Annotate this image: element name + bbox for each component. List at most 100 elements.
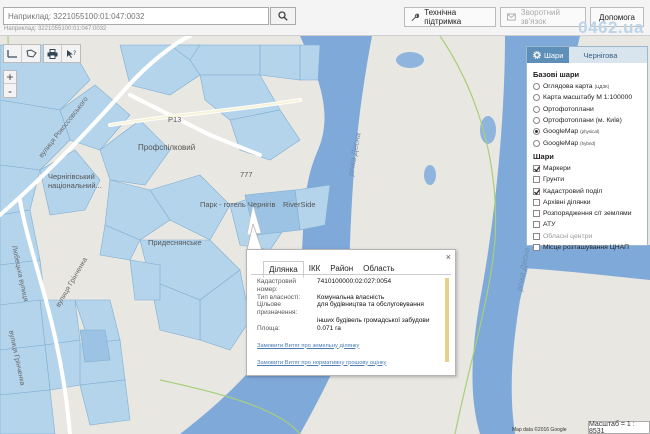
- checkbox[interactable]: [533, 210, 540, 218]
- tab-district[interactable]: Район: [325, 261, 358, 278]
- search-input[interactable]: [3, 7, 269, 25]
- feedback-label: Зворотний зв'язок: [520, 8, 560, 26]
- base-layer-label: Ортофотоплани (м. Київ): [543, 117, 622, 125]
- info-cursor-button[interactable]: ?: [62, 45, 80, 62]
- print-tools: ?: [43, 44, 81, 63]
- base-layer-label: Карта масштабу М 1:100000: [543, 94, 633, 102]
- tab-region[interactable]: Область: [358, 261, 399, 278]
- radio-button[interactable]: [533, 105, 540, 113]
- overlay-layer-label: Маркери: [543, 164, 571, 172]
- parcel-fields: Кадастровий номер: 7410100000:02:027:0054…: [257, 278, 447, 333]
- overlay-layer-label: Кадастровий поділ: [543, 187, 603, 195]
- parcel-links: Замовити Витяг про земельну ділянку Замов…: [257, 343, 447, 371]
- overlay-layer-label: Місце розташування ЦНАП: [543, 244, 629, 251]
- radio-button[interactable]: [533, 139, 540, 147]
- search-button[interactable]: [270, 7, 296, 25]
- popup-divider: [251, 274, 451, 275]
- map-label-hotel: Парк - готель Чернігів: [200, 200, 276, 209]
- map-label-university: Чернігівський національний...: [48, 172, 102, 190]
- overlay-layer-label: Розпорядження с/г землями: [543, 210, 632, 218]
- radio-button[interactable]: [533, 83, 540, 91]
- parcel-field-key: Цільове призначення:: [257, 301, 298, 317]
- overlay-layer-label: Грунти: [543, 176, 565, 184]
- support-label: Технічна підтримка: [424, 8, 462, 26]
- base-layer-label: Ортофотоплани: [543, 105, 594, 113]
- parcel-field-key: Площа:: [257, 324, 280, 332]
- map-label-p13: P13: [168, 115, 182, 124]
- parcel-field-value: інших будівель громадської забудови: [317, 316, 430, 324]
- parcel-field-row: Цільове призначення: для будівництва та о…: [257, 301, 447, 317]
- parcel-field-value: 0.071 га: [317, 324, 341, 332]
- overlay-layer-label: Обласні центри: [543, 232, 593, 240]
- tab-layers-label: Шари: [544, 50, 564, 60]
- base-layer-label: GoogleMap: [543, 139, 579, 147]
- overlay-layer-option[interactable]: Розпорядження с/г землями: [533, 208, 641, 219]
- ruler-icon: [7, 50, 17, 58]
- popup-body: Кадастровий номер: 7410100000:02:027:0054…: [257, 278, 447, 371]
- measure-distance-button[interactable]: [4, 45, 22, 62]
- base-layer-source: (physical): [580, 129, 600, 135]
- popup-scrollbar[interactable]: [445, 278, 449, 362]
- parcel-field-key: [257, 317, 317, 325]
- radio-button[interactable]: [533, 117, 540, 125]
- close-icon[interactable]: ×: [446, 252, 451, 262]
- base-layer-option[interactable]: Ортофотоплани (м. Київ): [533, 115, 641, 126]
- base-layer-option[interactable]: Оглядова карта (ЦДЗК): [533, 81, 641, 92]
- base-layer-option[interactable]: GoogleMap (physical): [533, 126, 641, 137]
- gear-icon: [533, 51, 541, 59]
- print-button[interactable]: [44, 45, 62, 62]
- search-icon: [278, 11, 288, 21]
- wrench-icon: [411, 13, 420, 21]
- overlay-layers-title: Шари: [533, 151, 554, 161]
- base-layer-option[interactable]: GoogleMap (hybrid): [533, 137, 641, 148]
- base-layer-label: GoogleMap: [543, 128, 579, 136]
- checkbox[interactable]: [533, 187, 540, 195]
- overlay-layers-list: Маркери Грунти Кадастровий поділ Архівні ді…: [533, 163, 641, 253]
- area-icon: [25, 49, 37, 58]
- order-extract-link[interactable]: Замовити Витяг про нормативну грошову оц…: [257, 360, 447, 367]
- base-layer-source: (hybrid): [580, 140, 596, 146]
- tab-parcel[interactable]: Ділянка: [263, 261, 304, 278]
- layers-panel: Шари Чернігова Базові шари Оглядова карт…: [526, 46, 648, 251]
- support-button[interactable]: Технічна підтримка: [404, 7, 496, 27]
- checkbox[interactable]: [533, 164, 540, 172]
- radio-button[interactable]: [533, 94, 540, 102]
- tab-layers[interactable]: Шари: [527, 47, 570, 63]
- site-logo: 0462.ua: [578, 18, 644, 37]
- parcel-field-value: 7410100000:02:027:0054: [317, 278, 392, 285]
- zoom-in-button[interactable]: +: [4, 70, 16, 84]
- zoom-control: + -: [3, 70, 17, 98]
- measure-area-button[interactable]: [22, 45, 40, 62]
- envelope-icon: [507, 13, 516, 21]
- tab-chernihiv[interactable]: Чернігова: [577, 47, 623, 63]
- parcel-field-value: для будівництва та обслуговування: [317, 301, 424, 309]
- overlay-layer-option[interactable]: Грунти: [533, 174, 641, 185]
- map-label-riverside: RiverSide: [283, 200, 316, 209]
- scale-display: Масштаб = 1 : 8531: [588, 421, 650, 434]
- base-layer-option[interactable]: Карта масштабу М 1:100000: [533, 92, 641, 103]
- search-hint: Наприклад: 3221055100:01:047:0032: [4, 26, 107, 32]
- base-layer-option[interactable]: Ортофотоплани: [533, 104, 641, 115]
- overlay-layer-option[interactable]: Кадастровий поділ: [533, 185, 641, 196]
- checkbox[interactable]: [533, 244, 540, 251]
- map-copyright: Map data ©2016 Google: [512, 427, 567, 433]
- overlay-layer-option[interactable]: АТУ: [533, 219, 641, 230]
- overlay-layer-option[interactable]: Архівні ділянки: [533, 197, 641, 208]
- feedback-button[interactable]: Зворотний зв'язок: [500, 7, 586, 27]
- parcel-field-row: Площа: 0.071 га: [257, 325, 447, 333]
- order-extract-link[interactable]: Замовити Витяг про земельну ділянку: [257, 343, 447, 350]
- radio-button[interactable]: [533, 128, 540, 136]
- base-layer-label: Оглядова карта: [543, 83, 593, 91]
- overlay-layer-option[interactable]: Місце розташування ЦНАП: [533, 242, 641, 253]
- checkbox[interactable]: [533, 198, 540, 206]
- tab-ikk[interactable]: ІКК: [304, 261, 326, 278]
- printer-icon: [47, 48, 58, 59]
- checkbox[interactable]: [533, 221, 540, 229]
- check-icon: [534, 188, 540, 195]
- overlay-layer-option[interactable]: Маркери: [533, 163, 641, 174]
- base-layer-source: (ЦДЗК): [594, 84, 610, 90]
- map-label-profspilkovyi: Профспілковий: [138, 143, 196, 152]
- checkbox[interactable]: [533, 176, 540, 184]
- tab-chernihiv-label: Чернігова: [583, 50, 618, 60]
- zoom-out-button[interactable]: -: [4, 84, 16, 98]
